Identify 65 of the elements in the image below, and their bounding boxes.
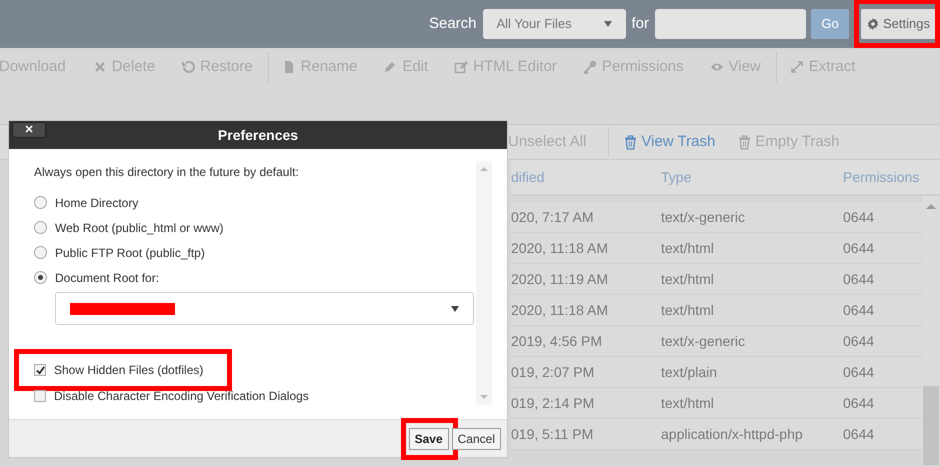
table-cell: 0644 <box>843 302 874 318</box>
cancel-button[interactable]: Cancel <box>452 428 501 450</box>
search-field[interactable] <box>655 9 806 39</box>
close-button[interactable]: ✕ <box>12 122 46 138</box>
table-cell: text/plain <box>661 364 718 380</box>
checkbox[interactable] <box>34 390 46 402</box>
table-cell: text/html <box>661 394 714 410</box>
table-cell: 0644 <box>843 332 874 348</box>
undo-icon <box>181 60 196 74</box>
table-cell: 0644 <box>843 240 874 256</box>
column-header[interactable]: Type <box>661 168 692 184</box>
checkbox-label: Disable Character Encoding Verification Dialogs <box>54 388 309 405</box>
checkbox-label: Show Hidden Files (dotfiles) <box>54 362 204 379</box>
table-cell: 019, 2:07 PM <box>511 364 594 380</box>
settings-button[interactable]: Settings <box>861 9 936 39</box>
table-cell: 0644 <box>843 208 874 224</box>
radio-label: Home Directory <box>55 194 138 212</box>
document-root-dropdown[interactable] <box>55 292 474 325</box>
edit-square-icon <box>454 60 468 74</box>
table-cell: 0644 <box>843 426 874 442</box>
pencil-icon <box>383 60 398 74</box>
for-label: for <box>632 14 650 34</box>
scope-dropdown[interactable]: All Your Files <box>482 9 626 39</box>
column-header[interactable]: dified <box>511 168 544 184</box>
scrollbar[interactable] <box>922 196 940 465</box>
trash-icon <box>737 134 752 150</box>
search-label: Search <box>428 14 476 34</box>
table-cell: 2020, 11:18 AM <box>511 240 608 256</box>
table-cell: 2019, 4:56 PM <box>511 332 602 348</box>
table-cell: 0644 <box>843 394 874 410</box>
dialog-title: Preferences <box>218 126 298 144</box>
table-cell: 2020, 11:18 AM <box>511 302 608 318</box>
table-cell: 0644 <box>843 270 874 286</box>
table-cell: 019, 5:11 PM <box>511 426 594 442</box>
table-cell: text/x-generic <box>661 208 746 224</box>
table-cell: application/x-httpd-php <box>661 426 803 442</box>
table-cell: 2020, 11:19 AM <box>511 270 608 286</box>
toolbar-button[interactable]: View Trash <box>623 130 716 154</box>
radio-button[interactable] <box>34 271 47 284</box>
prompt-text: Always open this directory in the future by default: <box>34 164 300 181</box>
radio-label: Document Root for: <box>55 270 160 286</box>
radio-button[interactable] <box>34 196 47 209</box>
go-button[interactable]: Go <box>811 9 850 39</box>
expand-arrows-icon <box>790 60 804 74</box>
table-cell: 0644 <box>843 364 874 380</box>
table-cell: 019, 2:14 PM <box>511 394 594 410</box>
scrollbar[interactable] <box>476 161 492 405</box>
caret-icon <box>451 306 459 312</box>
save-button[interactable]: Save <box>408 428 449 450</box>
radio-label: Web Root (public_html or www) <box>55 220 224 236</box>
radio-label: Public FTP Root (public_ftp) <box>55 244 205 262</box>
key-icon <box>582 60 597 74</box>
trash-icon <box>623 134 638 150</box>
table-cell: text/x-generic <box>661 332 746 348</box>
table-cell: text/html <box>661 302 714 318</box>
table-cell: text/html <box>661 240 714 256</box>
radio-button[interactable] <box>34 246 47 259</box>
gear-icon <box>867 18 880 30</box>
checkbox[interactable] <box>34 364 46 376</box>
radio-button[interactable] <box>34 221 47 234</box>
x-icon <box>92 60 107 74</box>
caret-icon <box>604 21 612 27</box>
column-header[interactable]: Permissions <box>843 168 920 184</box>
table-cell: 020, 7:17 AM <box>511 208 594 224</box>
table-cell: text/html <box>661 270 714 286</box>
